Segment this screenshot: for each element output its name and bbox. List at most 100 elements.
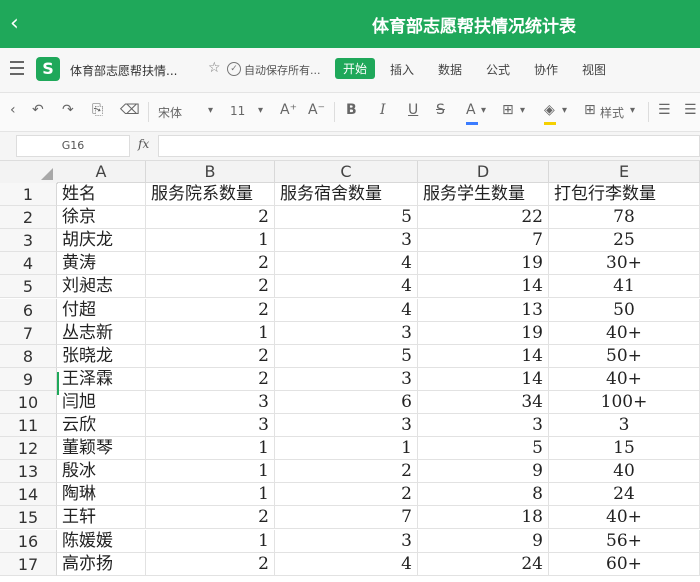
table-cell[interactable]: 陈媛媛 — [57, 529, 146, 553]
table-cell[interactable]: 付超 — [57, 298, 146, 322]
redo-icon[interactable]: ↷ — [62, 102, 74, 118]
tab-start[interactable]: 开始 — [335, 58, 376, 79]
scroll-left-icon[interactable]: ‹ — [10, 102, 16, 118]
font-color-icon[interactable]: A — [466, 102, 476, 118]
table-cell[interactable]: 9 — [418, 460, 549, 484]
table-cell[interactable]: 34 — [418, 390, 549, 414]
font-size-dropdown-icon[interactable]: ▾ — [258, 105, 263, 116]
table-cell[interactable]: 1 — [146, 529, 275, 553]
header-cell[interactable]: 姓名 — [57, 183, 146, 206]
table-cell[interactable]: 40+ — [549, 321, 700, 345]
table-cell[interactable]: 3 — [275, 367, 418, 391]
table-cell[interactable]: 15 — [549, 437, 700, 461]
table-cell[interactable]: 殷冰 — [57, 460, 146, 484]
table-cell[interactable]: 25 — [549, 229, 700, 253]
table-cell[interactable]: 2 — [146, 552, 275, 576]
table-cell[interactable]: 56+ — [549, 529, 700, 553]
table-cell[interactable]: 2 — [146, 367, 275, 391]
row-header-16[interactable]: 16 — [0, 529, 57, 553]
table-cell[interactable]: 云欣 — [57, 414, 146, 437]
row-header-13[interactable]: 13 — [0, 460, 57, 484]
table-cell[interactable]: 3 — [146, 414, 275, 437]
tab-data[interactable]: 数据 — [438, 61, 462, 78]
table-cell[interactable]: 1 — [146, 460, 275, 484]
table-cell[interactable]: 6 — [275, 390, 418, 414]
tab-collaborate[interactable]: 协作 — [534, 61, 558, 78]
table-cell[interactable]: 董颖琴 — [57, 437, 146, 461]
row-header-8[interactable]: 8 — [0, 344, 57, 368]
table-cell[interactable]: 14 — [418, 367, 549, 391]
font-color-dropdown-icon[interactable]: ▾ — [481, 105, 486, 116]
table-cell[interactable]: 5 — [275, 344, 418, 368]
back-chevron-icon[interactable]: ‹ — [10, 10, 30, 38]
table-cell[interactable]: 3 — [275, 321, 418, 345]
table-cell[interactable]: 5 — [418, 437, 549, 461]
row-header-12[interactable]: 12 — [0, 437, 57, 461]
autosave-status[interactable]: 自动保存所有... — [244, 62, 321, 78]
row-header-14[interactable]: 14 — [0, 483, 57, 507]
underline-icon[interactable]: U — [408, 102, 418, 118]
increase-font-icon[interactable]: A⁺ — [280, 102, 297, 118]
font-size-select[interactable]: 11 — [230, 104, 245, 118]
strikethrough-icon[interactable]: S — [436, 102, 445, 118]
table-cell[interactable]: 张晓龙 — [57, 344, 146, 368]
table-cell[interactable]: 王轩 — [57, 506, 146, 530]
hamburger-menu-icon[interactable] — [10, 61, 24, 75]
table-cell[interactable]: 3 — [275, 229, 418, 253]
row-header-7[interactable]: 7 — [0, 321, 57, 345]
clear-format-icon[interactable]: ⌫ — [120, 102, 140, 118]
border-dropdown-icon[interactable]: ▾ — [520, 105, 525, 116]
table-cell[interactable]: 3 — [275, 529, 418, 553]
table-cell[interactable]: 徐京 — [57, 206, 146, 230]
table-cell[interactable]: 5 — [275, 206, 418, 230]
row-header-15[interactable]: 15 — [0, 506, 57, 530]
table-cell[interactable]: 24 — [418, 552, 549, 576]
bold-icon[interactable]: B — [346, 102, 357, 118]
table-cell[interactable]: 19 — [418, 321, 549, 345]
table-cell[interactable]: 3 — [418, 414, 549, 437]
row-header-10[interactable]: 10 — [0, 390, 57, 414]
align-center-icon[interactable]: ☰ — [684, 102, 697, 118]
table-cell[interactable]: 78 — [549, 206, 700, 230]
file-name[interactable]: 体育部志愿帮扶情... — [70, 62, 177, 79]
undo-icon[interactable]: ↶ — [32, 102, 44, 118]
table-cell[interactable]: 40+ — [549, 506, 700, 530]
table-cell[interactable]: 4 — [275, 552, 418, 576]
table-cell[interactable]: 3 — [275, 414, 418, 437]
row-header-9[interactable]: 9 — [0, 367, 57, 391]
header-cell[interactable]: 打包行李数量 — [549, 183, 700, 206]
table-cell[interactable]: 4 — [275, 298, 418, 322]
table-cell[interactable]: 3 — [146, 390, 275, 414]
row-header-5[interactable]: 5 — [0, 275, 57, 299]
align-left-icon[interactable]: ☰ — [658, 102, 671, 118]
select-all-corner[interactable] — [0, 161, 58, 184]
fill-color-dropdown-icon[interactable]: ▾ — [562, 105, 567, 116]
fill-color-icon[interactable]: ◈ — [544, 102, 555, 118]
row-header-2[interactable]: 2 — [0, 206, 57, 230]
table-cell[interactable]: 1 — [146, 321, 275, 345]
cell-style-icon[interactable]: ⊞ — [584, 102, 596, 118]
column-header-c[interactable]: C — [275, 161, 418, 183]
column-header-b[interactable]: B — [146, 161, 275, 183]
table-cell[interactable]: 100+ — [549, 390, 700, 414]
table-cell[interactable]: 19 — [418, 252, 549, 276]
row-header-6[interactable]: 6 — [0, 298, 57, 322]
table-cell[interactable]: 60+ — [549, 552, 700, 576]
table-cell[interactable]: 2 — [146, 298, 275, 322]
row-header-1[interactable]: 1 — [0, 183, 57, 206]
table-cell[interactable]: 2 — [146, 506, 275, 530]
table-cell[interactable]: 9 — [418, 529, 549, 553]
row-header-4[interactable]: 4 — [0, 252, 57, 276]
table-cell[interactable]: 24 — [549, 483, 700, 507]
tab-formula[interactable]: 公式 — [486, 61, 510, 78]
table-cell[interactable]: 刘昶志 — [57, 275, 146, 299]
cell-style-label[interactable]: 样式 — [600, 104, 624, 121]
table-cell[interactable]: 14 — [418, 344, 549, 368]
table-cell[interactable]: 1 — [275, 437, 418, 461]
table-cell[interactable]: 2 — [146, 206, 275, 230]
fx-icon[interactable]: fx — [138, 137, 149, 151]
table-cell[interactable]: 2 — [275, 460, 418, 484]
table-cell[interactable]: 陶琳 — [57, 483, 146, 507]
table-cell[interactable]: 1 — [146, 229, 275, 253]
table-cell[interactable]: 40+ — [549, 367, 700, 391]
